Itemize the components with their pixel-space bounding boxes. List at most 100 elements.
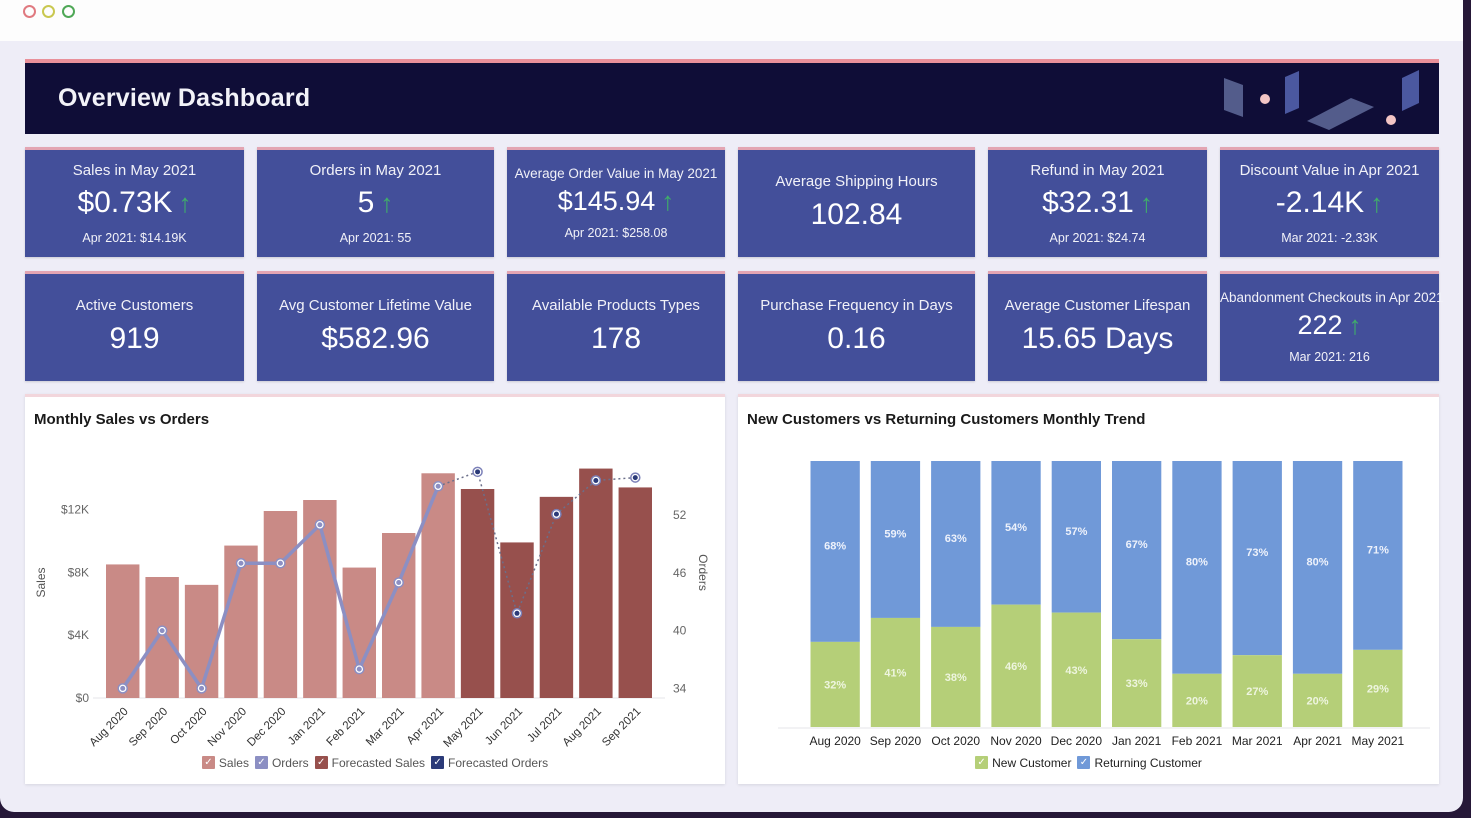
kpi-value-text: 0.16 (827, 322, 886, 355)
sales-orders-chart: $0$4K$8K$12K34404652Sales OrdersAug 2020S… (34, 466, 710, 750)
x-tick-label: Jan 2021 (286, 706, 328, 748)
legend-item[interactable]: ✓ Orders (254, 755, 309, 770)
kpi-value-text: 102.84 (810, 198, 903, 231)
kpi-title: Purchase Frequency in Days (760, 297, 953, 314)
kpi-value-text: 15.65 Days (1021, 322, 1174, 355)
legend-checkbox-icon[interactable]: ✓ (201, 756, 215, 769)
legend-item[interactable]: ✓ Forecasted Orders (431, 756, 548, 770)
x-tick-label: Feb 2021 (1172, 734, 1223, 748)
orders-point-core (356, 666, 362, 672)
kpi-value-text: 178 (590, 322, 642, 355)
kpi-value: $0.73K ↑ (25, 186, 244, 220)
x-tick-label: Mar 2021 (1232, 734, 1283, 748)
x-tick-label: Oct 2020 (168, 706, 209, 747)
x-tick-label: Aug 2020 (88, 706, 131, 749)
y-tick-label: $12K (61, 502, 89, 516)
legend-item[interactable]: ✓ Sales (201, 756, 249, 770)
forecast-sales-bar (500, 542, 534, 698)
kpi-card[interactable]: Available Products Types 178 (507, 271, 725, 381)
kpi-value-text: 5 (357, 186, 375, 219)
kpi-card[interactable]: Avg Customer Lifetime Value $582.96 (257, 271, 494, 381)
legend-checkbox-icon[interactable]: ✓ (1077, 756, 1091, 769)
legend-label: Forecasted Orders (448, 755, 549, 770)
kpi-card[interactable]: Sales in May 2021 $0.73K ↑ Apr 2021: $14.19… (25, 147, 244, 257)
legend-item[interactable]: ✓ Forecasted Sales (314, 755, 426, 770)
kpi-card[interactable]: Orders in May 2021 5 ↑ Apr 2021: 55 (257, 147, 494, 257)
x-tick-label: Apr 2021 (1293, 734, 1342, 748)
legend-item[interactable]: ✓ Returning Customer (1077, 756, 1202, 770)
returning-data-label: 59% (884, 528, 906, 540)
x-tick-label: Sep 2020 (870, 734, 922, 748)
x-tick-label: Aug 2020 (809, 734, 861, 748)
kpi-value: 919 (25, 322, 244, 356)
orders-point-core (396, 580, 402, 585)
orders-point-core (238, 560, 244, 566)
forecast-orders-point-core (632, 475, 638, 481)
kpi-card[interactable]: Refund in May 2021 $32.31 ↑ Apr 2021: $24.7… (988, 147, 1207, 257)
kpi-title: Available Products Types (532, 297, 700, 314)
x-tick-label: Dec 2020 (1051, 734, 1103, 748)
legend-checkbox-icon[interactable]: ✓ (431, 756, 445, 769)
new-data-label: 41% (884, 667, 906, 679)
orders-point-core (159, 628, 165, 634)
new-data-label: 20% (1307, 695, 1329, 707)
legend-label: Forecasted Sales (331, 755, 426, 770)
returning-data-label: 67% (1126, 539, 1148, 551)
x-tick-label: Jan 2021 (1112, 734, 1162, 748)
kpi-value-text: -2.14K (1275, 186, 1365, 219)
kpi-title: Active Customers (75, 297, 194, 314)
kpi-card[interactable]: Discount Value in Apr 2021 -2.14K ↑ Mar 202… (1220, 147, 1439, 257)
legend-checkbox-icon[interactable]: ✓ (254, 756, 268, 769)
kpi-card[interactable]: Purchase Frequency in Days 0.16 (738, 271, 975, 381)
kpi-value-text: 919 (109, 322, 160, 355)
forecast-orders-point-core (475, 469, 481, 475)
kpi-value: 102.84 (738, 198, 975, 232)
kpi-title: Average Customer Lifespan (1004, 297, 1191, 314)
new-data-label: 32% (824, 679, 846, 691)
kpi-card[interactable]: Active Customers 919 (25, 271, 244, 381)
minimize-window-button[interactable] (42, 5, 55, 18)
forecast-orders-point-core (514, 610, 520, 616)
chart-legend: ✓ Sales ✓ Orders ✓ Forecasted Sales ✓ Forecaste… (25, 754, 725, 770)
returning-data-label: 68% (824, 540, 846, 552)
x-tick-label: Sep 2021 (600, 706, 643, 749)
kpi-value: 15.65 Days (988, 322, 1207, 356)
maximize-window-button[interactable] (62, 5, 75, 18)
forecast-orders-point-core (593, 477, 599, 483)
returning-data-label: 63% (945, 533, 967, 545)
returning-data-label: 80% (1307, 556, 1329, 568)
close-window-button[interactable] (23, 5, 36, 18)
sales-bar (145, 577, 179, 698)
x-tick-label: Jun 2021 (483, 706, 525, 748)
orders-point-core (317, 522, 323, 528)
trend-up-arrow-icon: ↑ (1139, 188, 1153, 218)
kpi-card[interactable]: Average Customer Lifespan 15.65 Days (988, 271, 1207, 381)
returning-data-label: 71% (1367, 544, 1389, 556)
kpi-card[interactable]: Average Order Value in May 2021 $145.94 ↑ A… (507, 147, 725, 257)
returning-data-label: 57% (1065, 526, 1087, 538)
kpi-title: Average Order Value in May 2021 (514, 166, 718, 181)
dashboard-header: Overview Dashboard (25, 59, 1439, 134)
kpi-card[interactable]: Abandonment Checkouts in Apr 2021 222 ↑ Mar… (1220, 271, 1444, 381)
y2-tick-label: 46 (673, 566, 687, 580)
legend-checkbox-icon[interactable]: ✓ (314, 756, 328, 769)
trend-up-arrow-icon: ↑ (380, 188, 394, 218)
forecast-sales-bar (460, 489, 495, 698)
kpi-value: 0.16 (738, 322, 975, 356)
x-tick-label: May 2021 (1351, 734, 1404, 748)
kpi-value: 178 (507, 322, 725, 356)
x-tick-label: Dec 2020 (245, 706, 288, 749)
forecast-sales-bar (539, 496, 574, 698)
sales-bar (263, 511, 298, 698)
legend-checkbox-icon[interactable]: ✓ (975, 756, 989, 769)
orders-point-core (199, 685, 205, 691)
returning-data-label: 80% (1186, 556, 1208, 568)
kpi-card[interactable]: Average Shipping Hours 102.84 (738, 147, 975, 257)
legend-item[interactable]: ✓ New Customer (975, 756, 1071, 770)
x-tick-label: Aug 2021 (561, 706, 604, 749)
orders-point-core (435, 483, 441, 489)
kpi-value: -2.14K ↑ (1220, 186, 1439, 220)
sales-bar (106, 564, 140, 698)
legend-label: Orders (271, 755, 309, 770)
orders-point-core (120, 685, 126, 691)
